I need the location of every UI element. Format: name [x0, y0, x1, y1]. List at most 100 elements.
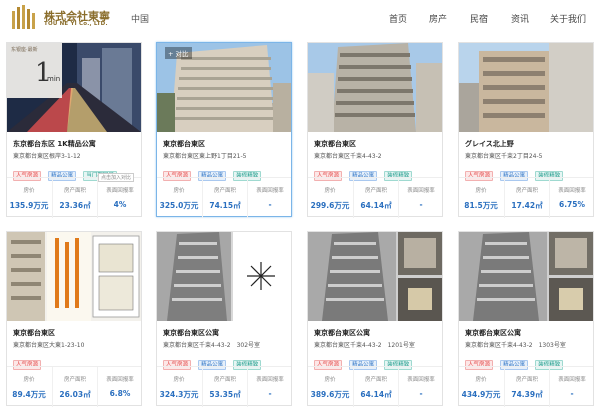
stat-area: 房产面积 64.14㎡ — [353, 178, 397, 218]
building-photo — [308, 43, 442, 132]
ratio-value: - — [419, 389, 423, 398]
property-photo[interactable] — [308, 43, 442, 132]
tag-list: 人气房源 — [13, 351, 43, 370]
stat-ratio: 表面回报率 4% — [97, 178, 141, 218]
building-photo — [459, 43, 593, 132]
stat-label: 表面回报率 — [407, 377, 435, 383]
building-collage-photo — [459, 232, 593, 321]
nav-home[interactable]: 首页 — [389, 12, 407, 25]
stat-area: 房产面积 23.36㎡ — [52, 178, 96, 218]
property-address: 東京都台東区千束4-43-2 1201号室 — [314, 342, 415, 349]
property-photo[interactable] — [7, 232, 141, 321]
stat-area: 房产面积 74.39㎡ — [504, 367, 548, 407]
stat-label: 表面回报率 — [256, 188, 284, 194]
stat-area: 房产面积 26.03㎡ — [52, 367, 96, 407]
area-value: 64.14㎡ — [360, 390, 392, 399]
stat-label: 房价 — [23, 188, 35, 194]
property-photo[interactable]: + 对比 — [157, 43, 291, 132]
area-value: 74.15㎡ — [209, 201, 241, 210]
property-card[interactable]: グレイス北上野 東京都台東区千束2丁目24-5 人气房源 精品公寓 装修精致 房… — [458, 42, 594, 218]
tag-list: 人气房源 精品公寓 装修精致 — [465, 351, 565, 370]
property-title[interactable]: 東京都台東区 — [163, 139, 205, 149]
building-collage-photo — [157, 232, 291, 321]
logo-mark-icon — [12, 5, 35, 29]
stat-label: 房产面积 — [515, 188, 538, 194]
property-card[interactable]: + 对比 東京都台東区 東京都台東区東上野1丁目21-5 人气房源 精品公寓 装… — [156, 42, 292, 218]
photo-banner-number: 1 — [35, 58, 52, 88]
area-value: 74.39㎡ — [511, 390, 543, 399]
stats-row: 房价 135.9万元 房产面积 23.36㎡ 表面回报率 4% — [7, 177, 141, 218]
property-title[interactable]: 東京都台東区公寓 — [163, 328, 219, 338]
area-value: 64.14㎡ — [360, 201, 392, 210]
ratio-value: 6.75% — [558, 200, 586, 209]
property-card[interactable]: 東京都台東区公寓 東京都台東区千束4-43-2 1303号室 人气房源 精品公寓… — [458, 231, 594, 407]
stat-price: 房价 299.6万元 — [308, 178, 352, 218]
ratio-value: - — [268, 200, 272, 209]
building-and-floorplan-photo — [7, 232, 141, 321]
property-title[interactable]: 東京都台東区公寓 — [314, 328, 370, 338]
property-address: 東京都台東区根岸3-1-12 — [13, 153, 81, 160]
stats-row: 房价 324.3万元 房产面积 53.35㎡ 表面回报率 - — [157, 366, 291, 407]
property-title[interactable]: 東京都台東区公寓 — [465, 328, 521, 338]
nav-about[interactable]: 关于我们 — [550, 12, 586, 25]
stat-ratio: 表面回报率 - — [398, 178, 442, 218]
price-value: 81.5万元 — [464, 201, 498, 210]
area-value: 53.35㎡ — [209, 390, 241, 399]
tag-list: 人气房源 精品公寓 装修精致 — [314, 351, 414, 370]
property-photo[interactable]: 东银座·最新 1 min — [7, 43, 141, 132]
property-card[interactable]: 東京都台東区公寓 東京都台東区千束4-43-2 1201号室 人气房源 精品公寓… — [307, 231, 443, 407]
property-title[interactable]: グレイス北上野 — [465, 139, 514, 149]
price-value: 135.9万元 — [9, 201, 49, 210]
nav-news[interactable]: 资讯 — [511, 12, 529, 25]
price-value: 389.6万元 — [310, 390, 350, 399]
region-selector[interactable]: 中国 — [131, 12, 149, 25]
compare-button[interactable]: + 对比 — [165, 47, 192, 59]
property-title[interactable]: 東京都台東区 — [13, 328, 55, 338]
property-address: 東京都台東区千束4-43-2 — [314, 153, 382, 160]
property-card[interactable]: 東京都台東区公寓 東京都台東区千束4-43-2 302号室 人气房源 精品公寓 … — [156, 231, 292, 407]
stat-label: 房价 — [324, 188, 336, 194]
ratio-value: - — [570, 389, 574, 398]
photo-banner-top: 东银座·最新 — [11, 46, 38, 53]
property-photo[interactable] — [459, 232, 593, 321]
stat-price: 房价 135.9万元 — [7, 178, 51, 218]
stat-label: 表面回报率 — [558, 377, 586, 383]
stat-ratio: 表面回报率 6.75% — [549, 178, 593, 218]
stat-area: 房产面积 17.42㎡ — [504, 178, 548, 218]
property-card[interactable]: 東京都台東区 東京都台東区大東1-23-10 人气房源 房价 89.4万元 房产… — [6, 231, 142, 407]
property-title[interactable]: 东京都台东区 1K精品公寓 — [13, 139, 96, 149]
stat-ratio: 表面回报率 - — [247, 178, 291, 218]
property-card[interactable]: 东银座·最新 1 min 东京都台东区 1K精品公寓 東京都台東区根岸3-1-1… — [6, 42, 142, 218]
nav-minshuku[interactable]: 民宿 — [470, 12, 488, 25]
property-address: 東京都台東区千束4-43-2 302号室 — [163, 342, 261, 349]
compare-tooltip: 点击加入对比 — [98, 173, 135, 182]
stat-area: 房产面积 64.14㎡ — [353, 367, 397, 407]
price-value: 299.6万元 — [310, 201, 350, 210]
property-photo[interactable] — [157, 232, 291, 321]
ratio-value: 6.8% — [109, 389, 131, 398]
site-header: 株式会社東寧 TOU NE YI Co., LTD. 中国 首页 房产 民宿 资… — [0, 0, 600, 38]
stat-label: 表面回报率 — [106, 188, 134, 194]
stat-label: 房价 — [475, 188, 487, 194]
area-value: 26.03㎡ — [59, 390, 91, 399]
property-photo[interactable] — [459, 43, 593, 132]
stat-label: 表面回报率 — [407, 188, 435, 194]
stat-label: 表面回报率 — [256, 377, 284, 383]
stats-row: 房价 81.5万元 房产面积 17.42㎡ 表面回报率 6.75% — [459, 177, 593, 218]
nav-property[interactable]: 房产 — [429, 12, 447, 25]
property-card[interactable]: 東京都台東区 東京都台東区千束4-43-2 人气房源 精品公寓 装修精致 房价 … — [307, 42, 443, 218]
stat-label: 房产面积 — [63, 188, 86, 194]
ratio-value: - — [268, 389, 272, 398]
property-photo[interactable] — [308, 232, 442, 321]
price-value: 434.9万元 — [461, 390, 501, 399]
property-title[interactable]: 東京都台東区 — [314, 139, 356, 149]
price-value: 325.0万元 — [159, 201, 199, 210]
tag-list: 人气房源 精品公寓 当门期回报 — [13, 162, 119, 181]
stat-label: 表面回报率 — [558, 188, 586, 194]
logo-text-en: TOU NE YI Co., LTD. — [44, 21, 108, 27]
stats-row: 房价 299.6万元 房产面积 64.14㎡ 表面回报率 - — [308, 177, 442, 218]
stat-price: 房价 325.0万元 — [157, 178, 201, 218]
company-logo[interactable]: 株式会社東寧 TOU NE YI Co., LTD. — [10, 5, 130, 31]
stat-label: 房产面积 — [213, 377, 236, 383]
stat-price: 房价 81.5万元 — [459, 178, 503, 218]
